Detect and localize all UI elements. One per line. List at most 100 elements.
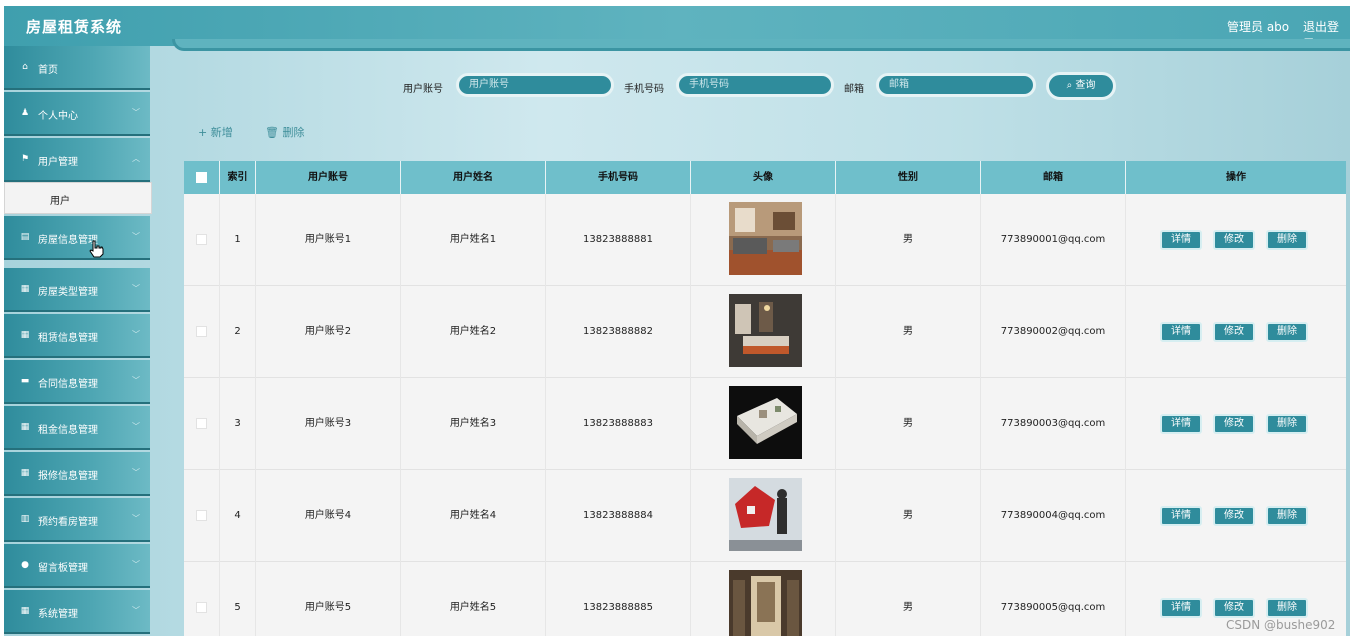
sidebar-subitem-users[interactable]: 用户	[4, 182, 152, 214]
sidebar-item-label: 个人中心	[38, 111, 78, 122]
edit-button[interactable]: 修改	[1213, 506, 1255, 526]
detail-button[interactable]: 详情	[1160, 322, 1202, 342]
sidebar-item-house-type[interactable]: ▦ 房屋类型管理 ﹀	[4, 268, 150, 312]
delete-button[interactable]: 删除	[1266, 230, 1308, 250]
chevron-down-icon: ﹀	[132, 232, 140, 241]
cell-index: 5	[220, 562, 256, 636]
sidebar-item-label: 租金信息管理	[38, 425, 98, 436]
sidebar-item-rent-info[interactable]: ▦ 租金信息管理 ﹀	[4, 406, 150, 450]
cell-name: 用户姓名1	[401, 194, 546, 286]
sidebar-item-profile[interactable]: ♟ 个人中心 ﹀	[4, 92, 150, 136]
chevron-up-icon: ︿	[132, 154, 140, 163]
cell-phone: 13823888885	[546, 562, 691, 636]
cell-name: 用户姓名2	[401, 286, 546, 378]
chevron-down-icon: ﹀	[132, 560, 140, 569]
sidebar-item-label: 首页	[38, 65, 58, 76]
sidebar-item-house-info[interactable]: ▤ 房屋信息管理 ﹀	[4, 216, 150, 260]
select-all-checkbox[interactable]	[196, 172, 207, 183]
table-row[interactable]: 3 用户账号3 用户姓名3 13823888883 男 773890003@qq…	[184, 378, 1346, 470]
header-email[interactable]: 邮箱	[981, 161, 1126, 194]
sidebar-item-viewing-appointment[interactable]: ▥ 预约看房管理 ﹀	[4, 498, 150, 542]
sidebar-item-system[interactable]: ▦ 系统管理 ﹀	[4, 590, 150, 634]
avatar-image	[729, 478, 802, 551]
table-row[interactable]: 1 用户账号1 用户姓名1 13823888881 男 773890001@qq…	[184, 194, 1346, 286]
app-window: 房屋租赁系统 管理员 abo 退出登录 ⌂ 首页 ♟ 个人中心 ﹀ ⚑ 用户管理…	[4, 6, 1350, 636]
sidebar-item-contract-info[interactable]: ▬ 合同信息管理 ﹀	[4, 360, 150, 404]
card-icon: ▬	[20, 376, 30, 386]
sidebar-item-label: 用户管理	[38, 157, 78, 168]
chevron-down-icon: ﹀	[132, 284, 140, 293]
cell-email: 773890005@qq.com	[981, 562, 1126, 636]
row-checkbox[interactable]	[196, 418, 207, 429]
cell-account: 用户账号2	[256, 286, 401, 378]
chart-icon: ▥	[20, 514, 30, 524]
detail-button[interactable]: 详情	[1160, 414, 1202, 434]
cell-gender: 男	[836, 378, 981, 470]
header-gender[interactable]: 性别	[836, 161, 981, 194]
sidebar-item-label: 租赁信息管理	[38, 333, 98, 344]
select-all-cell	[184, 161, 220, 194]
sidebar-item-label: 预约看房管理	[38, 517, 98, 528]
cell-account: 用户账号5	[256, 562, 401, 636]
chevron-down-icon: ﹀	[132, 108, 140, 117]
sidebar-item-rental-info[interactable]: ▦ 租赁信息管理 ﹀	[4, 314, 150, 358]
search-button[interactable]: ⌕ 查询	[1046, 72, 1116, 100]
cell-phone: 13823888884	[546, 470, 691, 562]
cell-email: 773890004@qq.com	[981, 470, 1126, 562]
table-row[interactable]: 5 用户账号5 用户姓名5 13823888885 男 773890005@qq…	[184, 562, 1346, 636]
detail-button[interactable]: 详情	[1160, 230, 1202, 250]
edit-button[interactable]: 修改	[1213, 598, 1255, 618]
header-index[interactable]: 索引	[220, 161, 256, 194]
chevron-down-icon: ﹀	[132, 330, 140, 339]
sidebar-item-user-management[interactable]: ⚑ 用户管理 ︿	[4, 138, 150, 182]
delete-button[interactable]: 删除	[1266, 598, 1308, 618]
header-avatar[interactable]: 头像	[691, 161, 836, 194]
edit-button[interactable]: 修改	[1213, 414, 1255, 434]
batch-delete-button[interactable]: 🗑 删除	[265, 124, 304, 140]
header-name[interactable]: 用户姓名	[401, 161, 546, 194]
header-account[interactable]: 用户账号	[256, 161, 401, 194]
row-checkbox[interactable]	[196, 326, 207, 337]
table-row[interactable]: 4 用户账号4 用户姓名4 13823888884 男 773890004@qq…	[184, 470, 1346, 562]
delete-button[interactable]: 删除	[1266, 414, 1308, 434]
sidebar-item-home[interactable]: ⌂ 首页	[4, 46, 150, 90]
clipboard-icon: ▤	[20, 232, 30, 242]
cell-phone: 13823888881	[546, 194, 691, 286]
row-checkbox[interactable]	[196, 510, 207, 521]
detail-button[interactable]: 详情	[1160, 598, 1202, 618]
email-label: 邮箱	[844, 84, 864, 95]
email-search-input[interactable]: 邮箱	[876, 73, 1036, 97]
cell-index: 4	[220, 470, 256, 562]
edit-button[interactable]: 修改	[1213, 322, 1255, 342]
cell-name: 用户姓名4	[401, 470, 546, 562]
header-phone[interactable]: 手机号码	[546, 161, 691, 194]
add-button[interactable]: + 新增	[198, 124, 233, 140]
row-select-cell	[184, 562, 220, 636]
sidebar-item-message-board[interactable]: ● 留言板管理 ﹀	[4, 544, 150, 588]
grid-icon: ▦	[20, 330, 30, 340]
edit-button[interactable]: 修改	[1213, 230, 1255, 250]
sidebar-item-label: 留言板管理	[38, 563, 88, 574]
account-search-input[interactable]: 用户账号	[456, 73, 614, 97]
delete-button[interactable]: 删除	[1266, 506, 1308, 526]
avatar-image	[729, 202, 802, 275]
table-row[interactable]: 2 用户账号2 用户姓名2 13823888882 男 773890002@qq…	[184, 286, 1346, 378]
header-actions: 操作	[1226, 172, 1246, 183]
sidebar-item-repair-info[interactable]: ▦ 报修信息管理 ﹀	[4, 452, 150, 496]
phone-search-input[interactable]: 手机号码	[676, 73, 834, 97]
delete-button[interactable]: 删除	[1266, 322, 1308, 342]
hand-cursor-icon	[89, 240, 104, 258]
row-checkbox[interactable]	[196, 602, 207, 613]
sidebar-subitem-label: 用户	[50, 196, 70, 207]
avatar-image	[729, 294, 802, 367]
phone-label: 手机号码	[624, 84, 664, 95]
detail-button[interactable]: 详情	[1160, 506, 1202, 526]
cell-email: 773890002@qq.com	[981, 286, 1126, 378]
cell-name: 用户姓名3	[401, 378, 546, 470]
row-checkbox[interactable]	[196, 234, 207, 245]
admin-label: 管理员 abo	[1227, 20, 1290, 34]
cell-index: 3	[220, 378, 256, 470]
cell-phone: 13823888882	[546, 286, 691, 378]
cell-name: 用户姓名5	[401, 562, 546, 636]
cell-gender: 男	[836, 286, 981, 378]
